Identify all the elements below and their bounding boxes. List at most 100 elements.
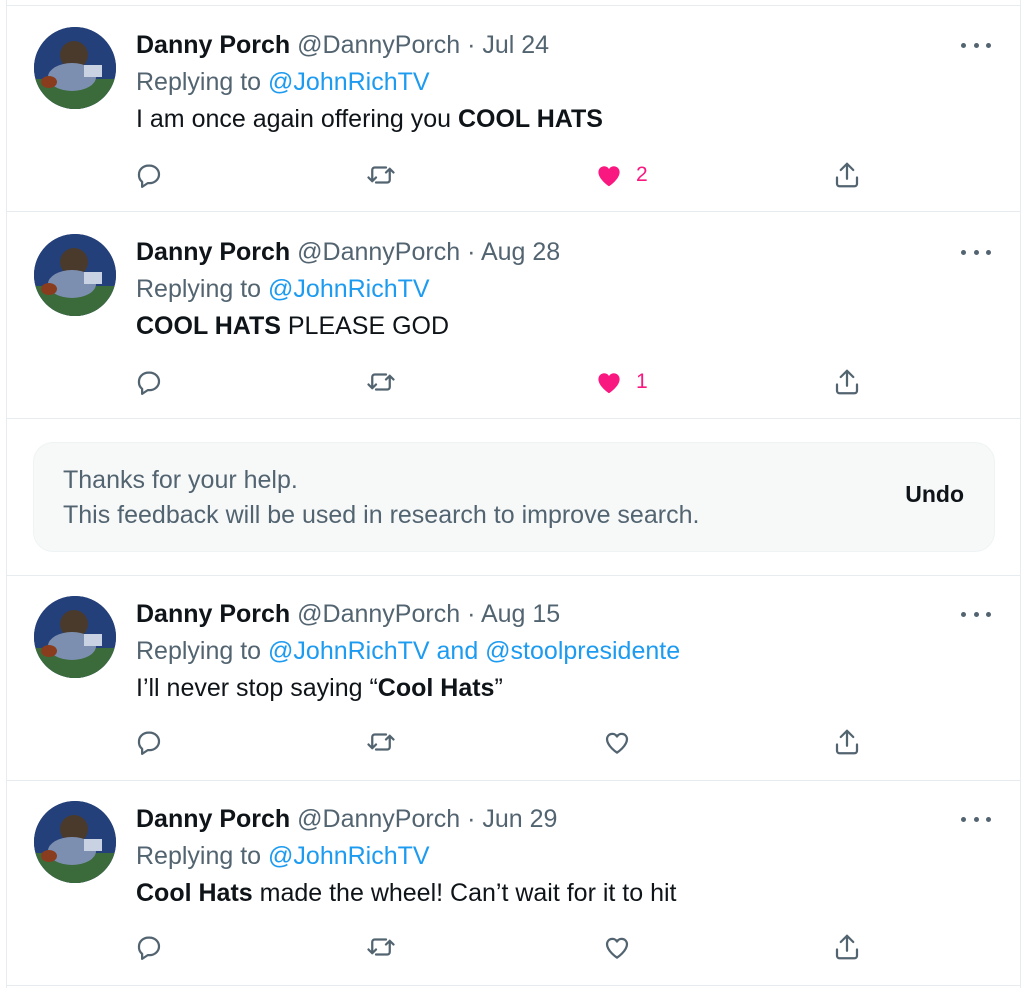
separator-dot: · bbox=[467, 600, 476, 628]
user-handle[interactable]: @DannyPorch bbox=[297, 31, 460, 59]
tweet-header: Danny Porch @DannyPorch · Jun 29 bbox=[136, 801, 1001, 838]
share-button[interactable] bbox=[832, 155, 862, 195]
avatar-image bbox=[34, 27, 116, 109]
tweet-text: I am once again offering you COOL HATS bbox=[136, 101, 1001, 138]
retweet-icon bbox=[367, 166, 395, 184]
text-tail-segment: ” bbox=[494, 674, 503, 702]
reply-bubble-icon bbox=[137, 371, 161, 395]
tweet-header: Danny Porch @DannyPorch · Aug 28 bbox=[136, 234, 1001, 271]
feedback-line-2: This feedback will be used in research t… bbox=[63, 501, 700, 529]
heart-icon bbox=[598, 166, 620, 187]
action-bar: 2 bbox=[134, 155, 874, 195]
tweet-date[interactable]: Aug 15 bbox=[481, 600, 560, 628]
heart-icon bbox=[598, 373, 620, 394]
retweet-button[interactable] bbox=[366, 722, 396, 762]
reply-button[interactable] bbox=[134, 362, 164, 402]
tweet-1[interactable]: Danny Porch @DannyPorch · Jul 24 Replyin… bbox=[6, 5, 1021, 211]
heart-icon bbox=[605, 937, 629, 959]
replying-to: Replying to @JohnRichTV and @stoolpresid… bbox=[136, 633, 1001, 670]
heart-icon bbox=[605, 732, 629, 754]
text-segment: I’ll never stop saying “ bbox=[136, 674, 378, 702]
timeline: Danny Porch @DannyPorch · Jul 24 Replyin… bbox=[0, 0, 1026, 988]
text-bold-segment: COOL HATS bbox=[136, 312, 281, 340]
divider bbox=[6, 418, 1021, 419]
retweet-button[interactable] bbox=[366, 155, 396, 195]
like-button[interactable]: 1 bbox=[594, 362, 648, 402]
display-name[interactable]: Danny Porch bbox=[136, 600, 290, 628]
share-upload-icon bbox=[835, 934, 859, 960]
reply-bubble-icon bbox=[137, 731, 161, 755]
separator-dot: · bbox=[467, 31, 476, 59]
separator-dot: · bbox=[467, 238, 476, 266]
action-bar bbox=[134, 927, 874, 967]
tweet-text: Cool Hats made the wheel! Can’t wait for… bbox=[136, 875, 1001, 912]
avatar[interactable] bbox=[34, 27, 116, 109]
avatar[interactable] bbox=[34, 234, 116, 316]
share-upload-icon bbox=[835, 369, 859, 395]
tweet-date[interactable]: Jul 24 bbox=[482, 31, 549, 59]
more-horizontal-icon[interactable] bbox=[961, 604, 991, 624]
reply-button[interactable] bbox=[134, 155, 164, 195]
text-bold-segment: Cool Hats bbox=[377, 674, 495, 702]
like-button[interactable]: 2 bbox=[594, 155, 648, 195]
avatar-image bbox=[34, 801, 116, 883]
feedback-text: Thanks for your help. This feedback will… bbox=[63, 463, 699, 533]
share-upload-icon bbox=[835, 729, 859, 755]
user-handle[interactable]: @DannyPorch bbox=[297, 600, 460, 628]
mention-link[interactable]: @JohnRichTV bbox=[268, 68, 430, 96]
tweet-2[interactable]: Danny Porch @DannyPorch · Aug 28 Replyin… bbox=[6, 212, 1021, 418]
reply-bubble-icon bbox=[137, 936, 161, 960]
tweet-3[interactable]: Danny Porch @DannyPorch · Aug 15 Replyin… bbox=[6, 576, 1021, 780]
reply-button[interactable] bbox=[134, 927, 164, 967]
retweet-button[interactable] bbox=[366, 927, 396, 967]
display-name[interactable]: Danny Porch bbox=[136, 31, 290, 59]
text-bold-segment: Cool Hats bbox=[136, 879, 253, 907]
like-button[interactable] bbox=[602, 722, 632, 762]
tweet-date[interactable]: Aug 28 bbox=[481, 238, 560, 266]
avatar-image bbox=[34, 234, 116, 316]
avatar[interactable] bbox=[34, 801, 116, 883]
replying-to: Replying to @JohnRichTV bbox=[136, 64, 1001, 101]
undo-button[interactable]: Undo bbox=[905, 481, 964, 508]
replying-to: Replying to @JohnRichTV bbox=[136, 838, 1001, 875]
retweet-button[interactable] bbox=[366, 362, 396, 402]
retweet-icon bbox=[367, 938, 395, 956]
reply-bubble-icon bbox=[137, 164, 161, 188]
share-upload-icon bbox=[835, 162, 859, 188]
like-button[interactable] bbox=[602, 927, 632, 967]
share-button[interactable] bbox=[832, 927, 862, 967]
tweet-4[interactable]: Danny Porch @DannyPorch · Jun 29 Replyin… bbox=[6, 781, 1021, 985]
share-button[interactable] bbox=[832, 362, 862, 402]
mention-link[interactable]: @JohnRichTV bbox=[268, 842, 430, 870]
like-count: 2 bbox=[636, 163, 648, 186]
divider bbox=[6, 985, 1021, 986]
more-horizontal-icon[interactable] bbox=[961, 809, 991, 829]
mention-link[interactable]: @JohnRichTV and @stoolpresidente bbox=[268, 637, 680, 665]
like-count: 1 bbox=[636, 370, 648, 393]
reply-button[interactable] bbox=[134, 722, 164, 762]
reply-prefix: Replying to bbox=[136, 275, 262, 303]
action-bar bbox=[134, 722, 874, 762]
more-horizontal-icon[interactable] bbox=[961, 242, 991, 262]
text-segment: PLEASE GOD bbox=[280, 312, 450, 340]
avatar-image bbox=[34, 596, 116, 678]
feedback-line-1: Thanks for your help. bbox=[63, 466, 298, 494]
tweet-date[interactable]: Jun 29 bbox=[482, 805, 557, 833]
tweet-header: Danny Porch @DannyPorch · Aug 15 bbox=[136, 596, 1001, 633]
reply-prefix: Replying to bbox=[136, 68, 262, 96]
retweet-icon bbox=[367, 373, 395, 391]
reply-prefix: Replying to bbox=[136, 842, 262, 870]
display-name[interactable]: Danny Porch bbox=[136, 805, 290, 833]
more-horizontal-icon[interactable] bbox=[961, 35, 991, 55]
feedback-notice: Thanks for your help. This feedback will… bbox=[33, 442, 995, 552]
share-button[interactable] bbox=[832, 722, 862, 762]
mention-link[interactable]: @JohnRichTV bbox=[268, 275, 430, 303]
display-name[interactable]: Danny Porch bbox=[136, 238, 290, 266]
user-handle[interactable]: @DannyPorch bbox=[297, 805, 460, 833]
replying-to: Replying to @JohnRichTV bbox=[136, 271, 1001, 308]
user-handle[interactable]: @DannyPorch bbox=[297, 238, 460, 266]
reply-prefix: Replying to bbox=[136, 637, 262, 665]
avatar[interactable] bbox=[34, 596, 116, 678]
text-segment: I am once again offering you bbox=[136, 105, 458, 133]
text-segment: made the wheel! Can’t wait for it to hit bbox=[252, 879, 677, 907]
